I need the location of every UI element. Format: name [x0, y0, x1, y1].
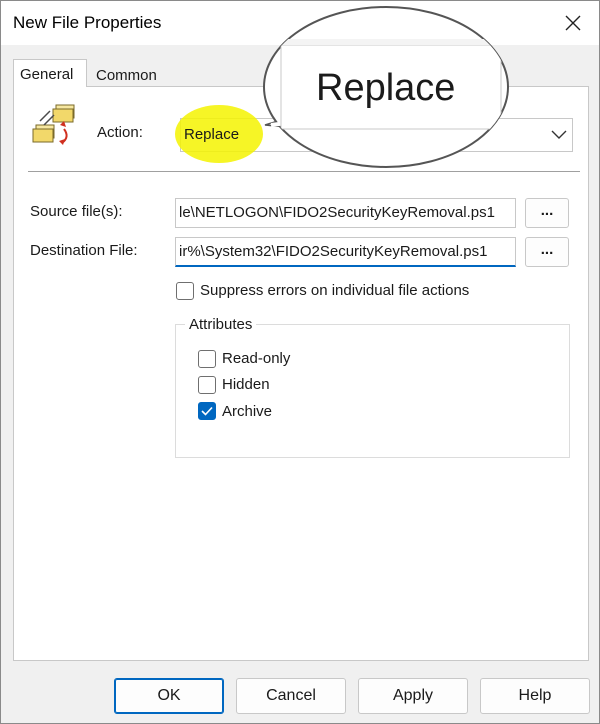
tab-common[interactable]: Common: [90, 63, 166, 87]
title-bar: New File Properties: [1, 1, 599, 45]
dialog-buttons: OK Cancel Apply Help: [1, 663, 599, 723]
source-files-label: Source file(s):: [30, 203, 123, 220]
checkmark-icon: [201, 406, 213, 416]
window-title: New File Properties: [13, 13, 162, 32]
cancel-button[interactable]: Cancel: [236, 678, 346, 714]
action-label: Action:: [97, 124, 143, 141]
dialog-window: New File Properties General Common Actio…: [0, 0, 600, 724]
close-button[interactable]: [557, 7, 589, 39]
tab-general-label: General: [20, 66, 74, 83]
destination-browse-button[interactable]: ...: [525, 237, 569, 267]
apply-button[interactable]: Apply: [358, 678, 468, 714]
destination-file-input[interactable]: ir%\System32\FIDO2SecurityKeyRemoval.ps1: [175, 237, 516, 267]
hidden-checkbox[interactable]: [198, 376, 216, 394]
archive-checkbox[interactable]: [198, 402, 216, 420]
source-files-input[interactable]: le\NETLOGON\FIDO2SecurityKeyRemoval.ps1: [175, 198, 516, 228]
chevron-down-icon[interactable]: [551, 129, 567, 141]
tab-common-label: Common: [96, 67, 157, 84]
suppress-errors-label: Suppress errors on individual file actio…: [200, 282, 470, 299]
destination-file-label: Destination File:: [30, 242, 138, 259]
source-browse-button[interactable]: ...: [525, 198, 569, 228]
general-panel: Action: Replace Source file(s): le\NETLO…: [13, 86, 589, 661]
help-button[interactable]: Help: [480, 678, 590, 714]
section-divider: [28, 171, 580, 172]
hidden-label: Hidden: [222, 376, 270, 393]
ok-button[interactable]: OK: [114, 678, 224, 714]
readonly-checkbox[interactable]: [198, 350, 216, 368]
readonly-label: Read-only: [222, 350, 291, 367]
close-icon: [565, 15, 581, 31]
suppress-errors-checkbox[interactable]: [176, 282, 194, 300]
archive-label: Archive: [222, 403, 273, 420]
action-selected-value: Replace: [184, 126, 240, 143]
file-copy-icon: [32, 104, 75, 145]
attributes-group-title: Attributes: [185, 316, 257, 333]
callout-zoom-text: Replace: [316, 67, 456, 109]
tab-general[interactable]: General: [13, 59, 87, 87]
